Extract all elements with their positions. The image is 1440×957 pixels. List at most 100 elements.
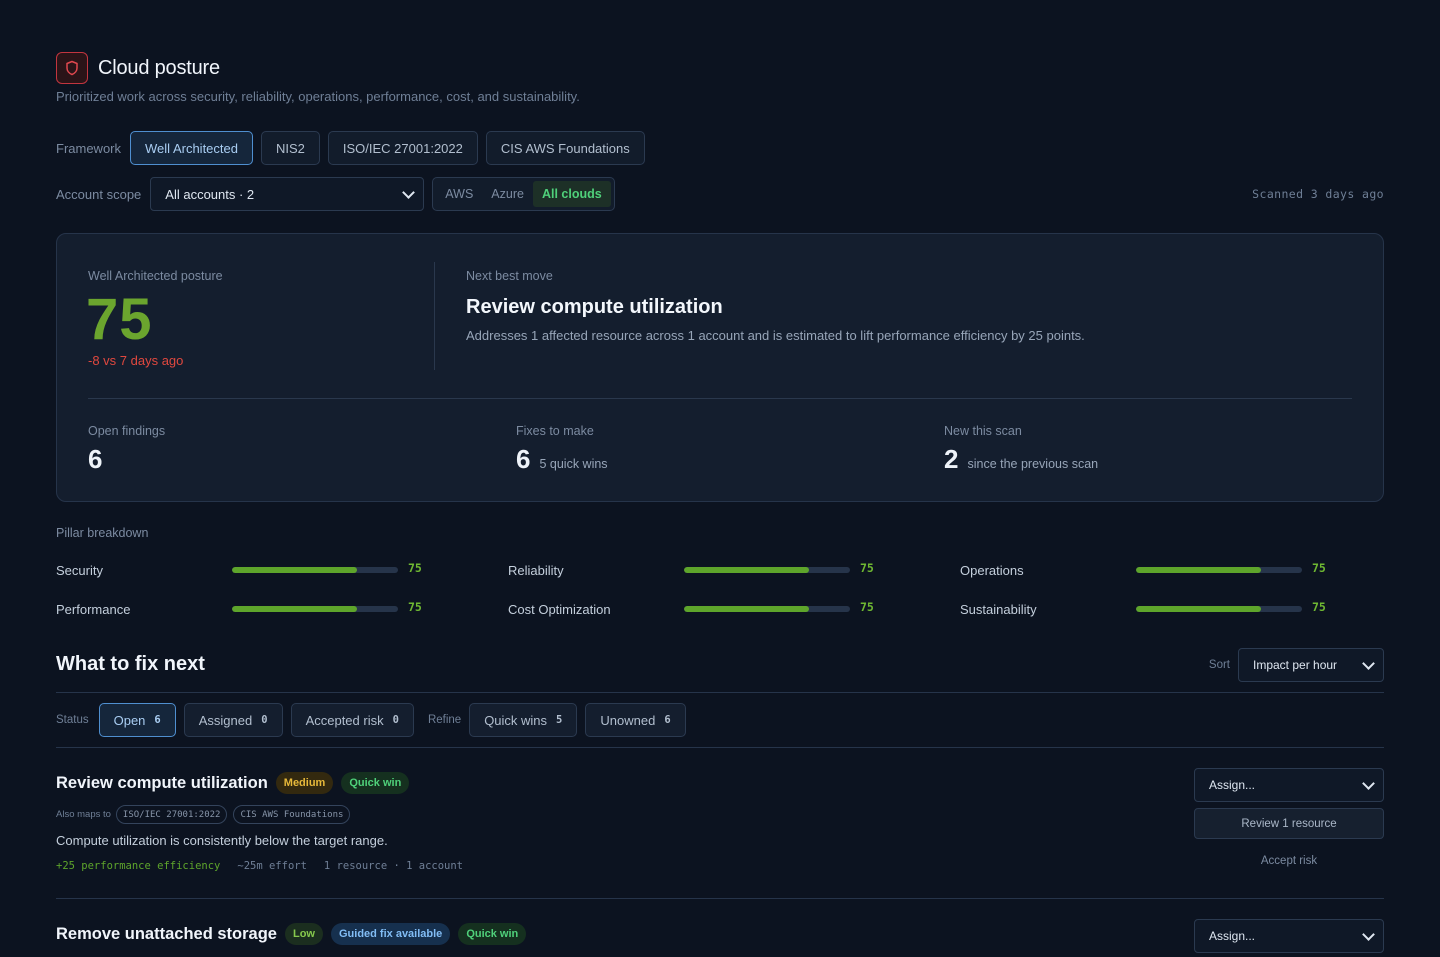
card-divider (434, 262, 435, 370)
pillar-bar-fill (232, 606, 357, 612)
filter-count: 0 (261, 714, 268, 726)
severity-badge: Low (284, 923, 323, 945)
pillar-bar-fill (684, 606, 809, 612)
page-title: Cloud posture (98, 56, 220, 79)
maps-label: Also maps to (56, 809, 111, 820)
pillar-bar (232, 567, 398, 573)
pillar-bar (1136, 567, 1302, 573)
filter-accepted-risk[interactable]: Accepted risk 0 (290, 703, 414, 737)
pillar-score: 75 (408, 561, 422, 575)
finding-title-row: Review compute utilization Medium Quick … (56, 772, 417, 794)
quick-win-badge: Quick win (458, 923, 527, 945)
pillar-name: Reliability (508, 562, 564, 578)
chevron-down-icon (402, 185, 416, 199)
pillar-name: Sustainability (960, 601, 1037, 617)
posture-label: Well Architected posture (88, 269, 223, 283)
next-best-move-label: Next best move (466, 269, 553, 283)
framework-iso27001[interactable]: ISO/IEC 27001:2022 (327, 131, 478, 165)
posture-delta: -8 vs 7 days ago (88, 353, 184, 368)
quick-win-badge: Quick win (341, 772, 410, 794)
next-best-move-description: Addresses 1 affected resource across 1 a… (466, 328, 1085, 343)
filter-count: 6 (664, 714, 671, 726)
finding-scope: 1 resource · 1 account (323, 860, 463, 872)
pillar-performance[interactable]: Performance 75 (56, 599, 422, 619)
framework-well-architected[interactable]: Well Architected (130, 131, 253, 165)
pillar-name: Performance (56, 601, 131, 617)
posture-score: 75 (86, 287, 153, 352)
sort-label: Sort (1208, 659, 1230, 671)
chevron-down-icon (1362, 776, 1375, 790)
pillar-security[interactable]: Security 75 (56, 560, 422, 580)
account-scope-label: Account scope (56, 186, 142, 202)
pillar-bar-fill (684, 567, 809, 573)
pillar-bar-fill (1136, 606, 1261, 612)
scope-row: Account scope All accounts · 2 AWS Azure… (56, 177, 1384, 211)
framework-nis2[interactable]: NIS2 (260, 131, 320, 165)
account-scope-select[interactable]: All accounts · 2 (150, 177, 425, 211)
page-subtitle: Prioritized work across security, reliab… (56, 89, 580, 104)
filter-quick-wins[interactable]: Quick wins 5 (469, 703, 578, 737)
divider (56, 747, 1384, 748)
stat-label: Open findings (88, 424, 166, 438)
pillar-sustainability[interactable]: Sustainability 75 (960, 599, 1326, 619)
filter-label: Assigned (198, 712, 253, 728)
divider (56, 692, 1384, 693)
pillar-breakdown-title: Pillar breakdown (56, 526, 149, 540)
chevron-down-icon (1362, 927, 1375, 941)
cloud-azure[interactable]: Azure (482, 181, 533, 207)
stat-value: 2 (944, 444, 959, 474)
filter-open[interactable]: Open 6 (98, 703, 176, 737)
pillar-bar (684, 567, 850, 573)
sort-select[interactable]: Impact per hour (1238, 648, 1384, 682)
cloud-aws[interactable]: AWS (436, 181, 482, 207)
posture-card: Well Architected posture 75 -8 vs 7 days… (56, 233, 1384, 502)
page-header: Cloud posture (56, 52, 220, 84)
filter-unowned[interactable]: Unowned 6 (585, 703, 686, 737)
framework-cis-aws[interactable]: CIS AWS Foundations (485, 131, 645, 165)
guided-fix-badge: Guided fix available (330, 923, 451, 945)
finding-meta: +25 performance efficiency ~25m effort 1… (56, 860, 480, 872)
assign-select[interactable]: Assign... (1194, 919, 1384, 953)
pillar-cost-optimization[interactable]: Cost Optimization 75 (508, 599, 874, 619)
pillar-reliability[interactable]: Reliability 75 (508, 560, 874, 580)
stat-subtext: since the previous scan (967, 457, 1099, 471)
finding-description: Compute utilization is consistently belo… (56, 833, 388, 848)
filter-label: Unowned (600, 712, 656, 728)
pillar-score: 75 (860, 600, 874, 614)
pillar-bar-fill (232, 567, 357, 573)
stat-new-this-scan: New this scan 2 since the previous scan (944, 424, 1098, 475)
framework-tag: CIS AWS Foundations (233, 805, 351, 824)
shield-icon (56, 52, 88, 84)
refine-filter-label: Refine (427, 714, 462, 726)
account-scope-value: All accounts · 2 (165, 186, 255, 202)
sort-value: Impact per hour (1253, 658, 1338, 672)
severity-badge: Medium (275, 772, 334, 794)
sort-control: Sort Impact per hour (1209, 648, 1384, 682)
fix-next-title: What to fix next (56, 653, 205, 675)
scan-timestamp: Scanned 3 days ago (1252, 187, 1384, 201)
pillar-operations[interactable]: Operations 75 (960, 560, 1326, 580)
pillar-score: 75 (860, 561, 874, 575)
status-filter-label: Status (56, 714, 89, 726)
next-best-move-title: Review compute utilization (466, 296, 723, 318)
filter-label: Open (113, 712, 146, 728)
filter-assigned[interactable]: Assigned 0 (183, 703, 283, 737)
accept-risk-link[interactable]: Accept risk (1194, 855, 1384, 867)
stat-open-findings: Open findings 6 (88, 424, 165, 475)
filter-count: 0 (392, 714, 399, 726)
cloud-all[interactable]: All clouds (532, 181, 611, 207)
finding-title[interactable]: Review compute utilization (56, 774, 268, 793)
pillar-name: Security (56, 562, 103, 578)
stat-value: 6 (88, 444, 103, 474)
review-resource-button[interactable]: Review 1 resource (1194, 808, 1384, 839)
framework-selector: Framework Well Architected NIS2 ISO/IEC … (56, 131, 653, 165)
pillar-name: Cost Optimization (508, 601, 611, 617)
pillar-name: Operations (960, 562, 1024, 578)
filter-label: Accepted risk (305, 712, 384, 728)
assign-select[interactable]: Assign... (1194, 768, 1384, 802)
divider (56, 898, 1384, 899)
pillar-bar (684, 606, 850, 612)
finding-title[interactable]: Remove unattached storage (56, 925, 277, 944)
framework-label: Framework (56, 140, 122, 156)
stat-subtext: 5 quick wins (539, 457, 608, 471)
